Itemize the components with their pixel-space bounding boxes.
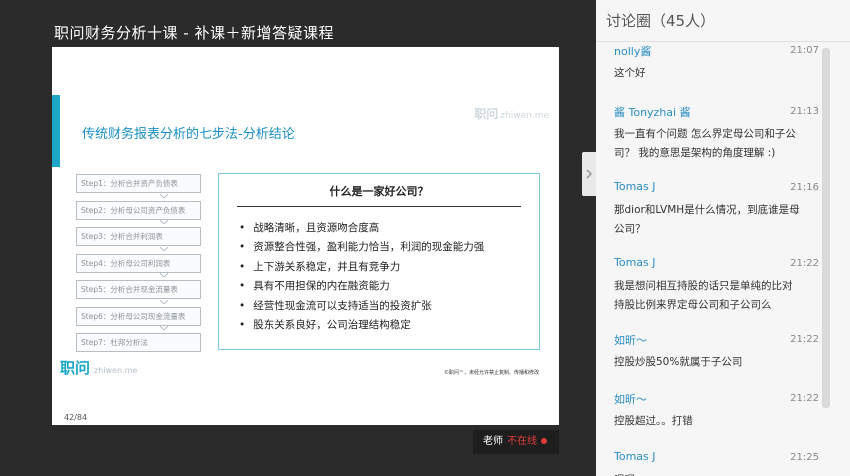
copyright-note: ©职问™，未经允许禁止复制、传播和修改 [443, 370, 539, 376]
slide-heading: 传统财务报表分析的七步法-分析结论 [82, 127, 295, 142]
down-arrow-icon [160, 326, 168, 330]
message-list[interactable]: nolly酱 21:07 这个好 酱 Tonyzhai 酱 21:13 我一直有个问… [596, 43, 834, 476]
brand-name: 职问 [474, 107, 499, 121]
message-line: 我一直有个问题 怎么界定母公司和子公 [614, 128, 796, 140]
message-time: 21:22 [790, 258, 819, 269]
sender-name[interactable]: Tomas J [614, 450, 656, 463]
step-box: Step1：分析合并资产负债表 [76, 174, 201, 193]
criteria-item: 经营性现金流可以支持适当的投资扩张 [239, 297, 539, 316]
sender-name[interactable]: nolly酱 [614, 43, 651, 59]
slide-accent-bar [52, 95, 60, 167]
sender-name[interactable]: Tomas J [614, 256, 656, 269]
step-box: Step3：分析合并利润表 [76, 227, 201, 246]
message-time: 21:25 [790, 452, 819, 463]
message-line: 司？ 我的意思是架构的角度理解 :) [614, 147, 776, 159]
chat-message: 如昕～ 21:22 控股超过。。打错 [596, 389, 834, 431]
answer-title: 什么是一家好公司？ [329, 185, 429, 198]
chat-message: Tomas J 21:16 那dior和LVMH是什么情况，到底谁是母 公司？ [596, 178, 834, 239]
message-time: 21:07 [790, 45, 819, 56]
teacher-status: 老师 不在线 [473, 430, 559, 454]
slide-logo: 职问 zhiwen.me [60, 357, 137, 378]
brand-domain: zhiwen.me [500, 111, 549, 121]
chat-message: 如昕～ 21:22 控股炒股50%就属于子公司 [596, 330, 834, 372]
step-box: Step5：分析合并现金流量表 [76, 280, 201, 299]
sender-name[interactable]: 如昕～ [614, 391, 647, 407]
message-line: 这个好 [614, 67, 646, 79]
discussion-panel: 讨论圈（45人） nolly酱 21:07 这个好 酱 Tonyzhai 酱 21:… [596, 0, 850, 476]
steps-list: Step1：分析合并资产负债表 Step2：分析母公司资产负债表 Step3：分… [76, 174, 201, 360]
criteria-item: 战略清晰，且资源吻合度高 [239, 219, 539, 238]
message-line: 持股比例来界定母公司和子公司么 [614, 299, 772, 311]
down-arrow-icon [160, 247, 168, 251]
good-company-box: 什么是一家好公司？ 战略清晰，且资源吻合度高 资源整合性强，盈利能力恰当，利润的… [218, 173, 540, 350]
page-indicator: 42/84 [64, 413, 88, 422]
step-box: Step7：杜邦分析法 [76, 333, 201, 352]
sender-name[interactable]: 如昕～ [614, 332, 647, 348]
sender-name[interactable]: Tomas J [614, 180, 656, 193]
message-line: 控股炒股50%就属于子公司 [614, 356, 743, 368]
logo-name: 职问 [60, 359, 91, 377]
teacher-label: 老师 [483, 436, 503, 447]
message-time: 21:22 [790, 334, 819, 345]
criteria-list: 战略清晰，且资源吻合度高 资源整合性强，盈利能力恰当，利润的现金能力强 上下游关… [219, 219, 539, 335]
logo-domain: zhiwen.me [94, 366, 138, 375]
slide-canvas: 传统财务报表分析的七步法-分析结论 职问 zhiwen.me Step1：分析合并… [52, 47, 559, 425]
message-time: 21:22 [790, 393, 819, 404]
message-line: 我是想问相互持股的话只是单纯的比对 [614, 280, 793, 292]
course-title: 职问财务分析十课 - 补课＋新增答疑课程 [54, 24, 334, 42]
message-line: 那dior和LVMH是什么情况，到底谁是母 [614, 204, 800, 216]
message-line: 控股超过。。打错 [614, 415, 693, 427]
criteria-item: 资源整合性强，盈利能力恰当，利润的现金能力强 [239, 238, 539, 257]
step-box: Step4：分析母公司利润表 [76, 253, 201, 273]
chat-message: nolly酱 21:07 这个好 [596, 43, 834, 83]
criteria-item: 股东关系良好，公司治理结构稳定 [239, 316, 539, 335]
down-arrow-icon [160, 273, 168, 277]
chat-message: Tomas J 21:22 我是想问相互持股的话只是单纯的比对 持股比例来界定母公司… [596, 254, 834, 315]
sender-name[interactable]: 酱 Tonyzhai 酱 [614, 104, 691, 120]
criteria-item: 上下游关系稳定，并且有竞争力 [239, 258, 539, 277]
answer-divider [237, 206, 521, 207]
chat-message: 酱 Tonyzhai 酱 21:13 我一直有个问题 怎么界定母公司和子公 司？ 我… [596, 102, 834, 163]
step-box: Step2：分析母公司资产负债表 [76, 200, 201, 220]
message-time: 21:13 [790, 106, 819, 117]
slide-brand-watermark: 职问 zhiwen.me [474, 105, 549, 122]
down-arrow-icon [160, 300, 168, 304]
discussion-title: 讨论圈（45人） [596, 0, 850, 42]
chevron-right-icon [586, 169, 593, 179]
message-time: 21:16 [790, 182, 819, 193]
chat-message: Tomas J 21:25 嗯嗯 [596, 448, 834, 476]
step-box: Step6：分析母公司现金流量表 [76, 306, 201, 326]
down-arrow-icon [160, 220, 168, 224]
offline-dot-icon [541, 438, 547, 444]
message-line: 公司？ [614, 223, 646, 235]
message-line: 嗯嗯 [614, 471, 828, 476]
teacher-status-text: 不在线 [507, 436, 537, 447]
chat-scrollbar[interactable] [822, 48, 830, 408]
down-arrow-icon [160, 194, 168, 198]
collapse-panel-button[interactable] [582, 152, 596, 196]
criteria-item: 具有不用担保的内在融资能力 [239, 277, 539, 296]
